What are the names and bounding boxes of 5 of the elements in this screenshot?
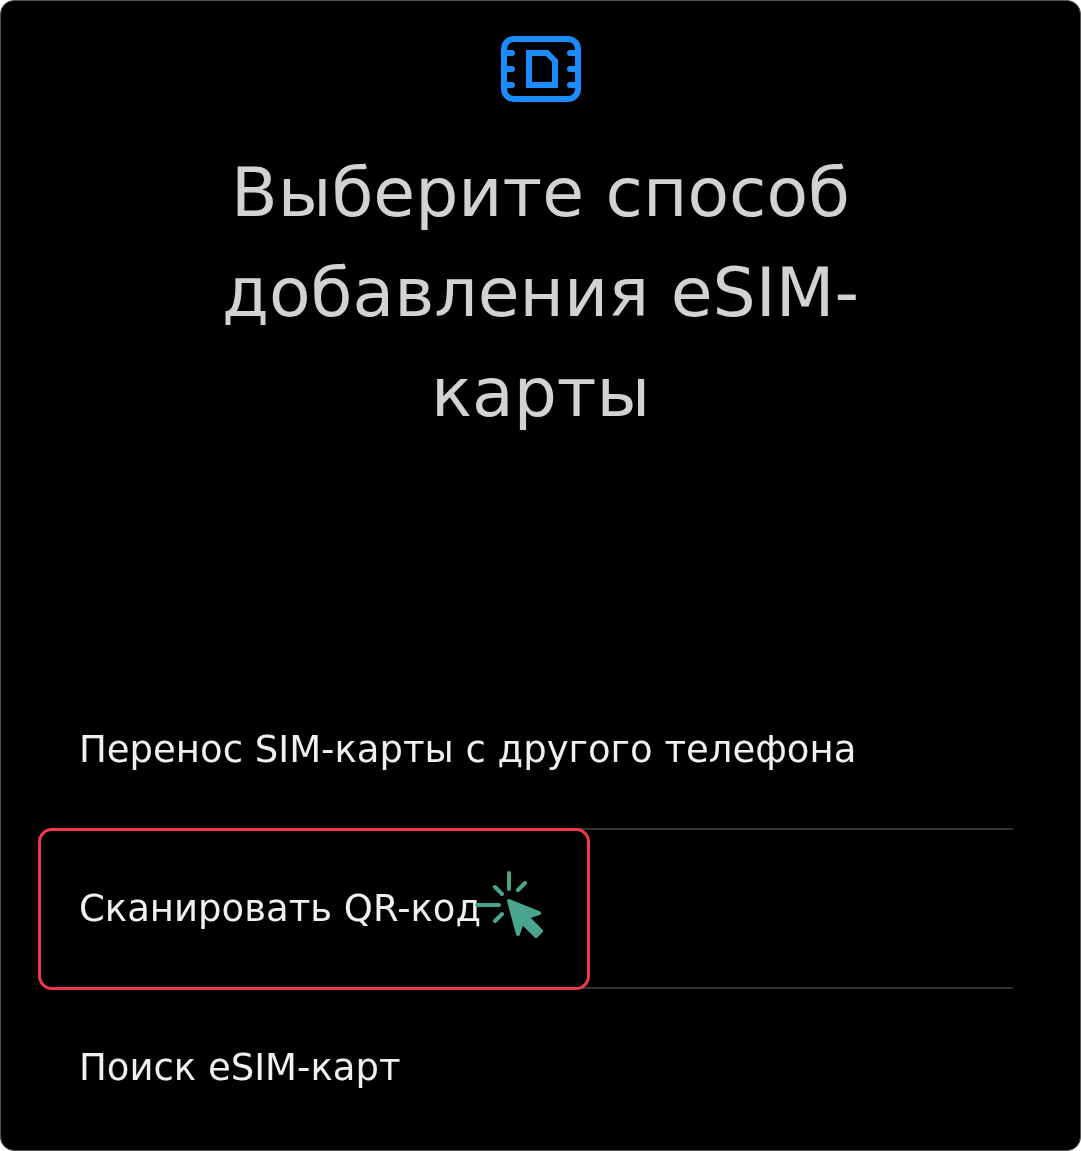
option-item[interactable]: Перенос SIM-карты с другого телефона — [38, 687, 898, 812]
sim-card-icon — [498, 35, 583, 103]
option-item[interactable]: Сканировать QR-код — [38, 827, 590, 990]
option-item[interactable]: Поиск eSIM-карт — [38, 1005, 442, 1130]
screen-title: Выберите способ добавления eSIM-карты — [220, 152, 860, 434]
